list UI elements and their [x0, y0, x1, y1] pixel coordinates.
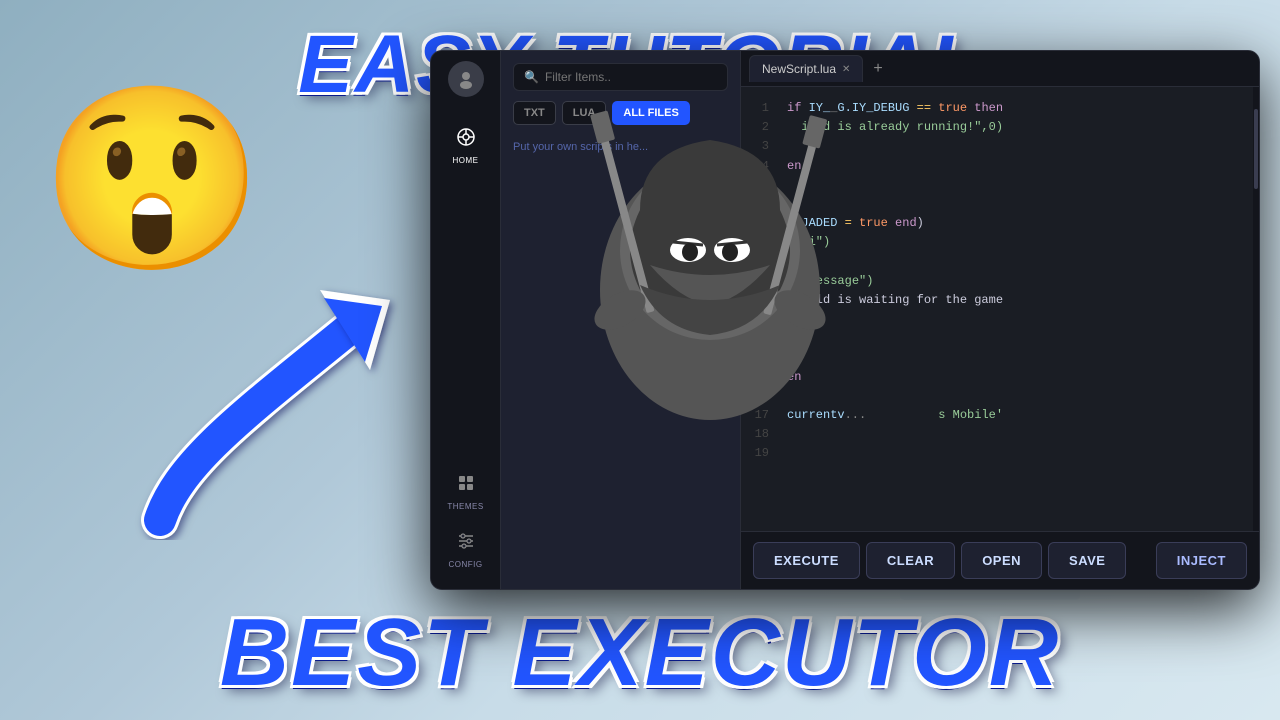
config-icon — [456, 531, 476, 556]
sidebar-home-label: HOME — [453, 156, 479, 165]
execute-button[interactable]: EXECUTE — [753, 542, 860, 579]
scrollbar-thumb[interactable] — [1254, 109, 1258, 189]
inject-button[interactable]: INJECT — [1156, 542, 1247, 579]
action-bar: EXECUTE CLEAR OPEN SAVE INJECT — [741, 531, 1259, 589]
tab-label: NewScript.lua — [762, 62, 836, 76]
search-icon: 🔍 — [524, 70, 539, 84]
sidebar-item-config[interactable]: CONFIG — [431, 521, 500, 579]
tab-close-icon[interactable]: ✕ — [842, 64, 850, 75]
scrollbar[interactable] — [1253, 87, 1259, 531]
title-bottom: BEST EXECUTOR — [0, 598, 1280, 708]
sidebar-config-label: CONFIG — [448, 560, 482, 569]
home-icon — [456, 127, 476, 152]
tab-add-button[interactable]: + — [867, 60, 888, 78]
search-input[interactable] — [545, 70, 717, 84]
avatar — [448, 61, 484, 97]
sidebar-themes-label: THEMES — [447, 502, 483, 511]
search-box[interactable]: 🔍 — [513, 63, 728, 91]
open-button[interactable]: OPEN — [961, 542, 1042, 579]
clear-button[interactable]: CLEAR — [866, 542, 955, 579]
themes-icon — [456, 473, 476, 498]
ninja-mascot — [540, 90, 880, 470]
tab-newscript[interactable]: NewScript.lua ✕ — [749, 55, 863, 82]
sidebar-item-home[interactable]: HOME — [431, 117, 500, 175]
emoji-icon: 😲 — [40, 90, 264, 270]
save-button[interactable]: SAVE — [1048, 542, 1126, 579]
tabs-bar: NewScript.lua ✕ + — [741, 51, 1259, 87]
sidebar-item-themes[interactable]: THEMES — [431, 463, 500, 521]
arrow-decoration — [100, 260, 480, 540]
sidebar: HOME THEMES — [431, 51, 501, 589]
